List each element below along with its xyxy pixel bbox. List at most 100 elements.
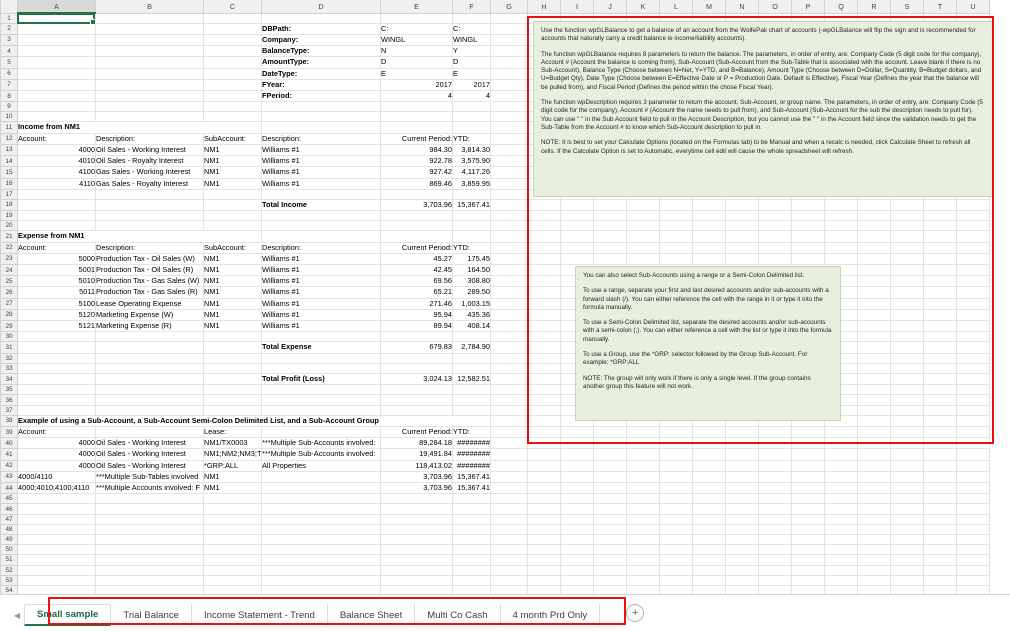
- cell-T27[interactable]: [923, 298, 957, 310]
- row-header-46[interactable]: 46: [0, 503, 18, 515]
- cell-K54[interactable]: [626, 585, 660, 594]
- cell-A32[interactable]: [17, 353, 96, 364]
- cell-E36[interactable]: [380, 394, 453, 406]
- cell-T32[interactable]: [923, 353, 957, 364]
- cell-E11[interactable]: [380, 121, 453, 134]
- cell-B35[interactable]: [95, 384, 204, 396]
- cell-N54[interactable]: [725, 585, 759, 594]
- cell-C35[interactable]: [203, 384, 262, 396]
- cell-E40[interactable]: 89,284.18: [380, 437, 453, 450]
- cell-U54[interactable]: [956, 585, 990, 594]
- cell-F4[interactable]: Y: [452, 45, 491, 58]
- row-header-7[interactable]: 7: [0, 78, 18, 91]
- cell-D44[interactable]: [261, 482, 381, 495]
- cell-D10[interactable]: [261, 111, 381, 123]
- cell-I53[interactable]: [560, 575, 594, 586]
- cell-L48[interactable]: [659, 524, 693, 536]
- cell-T40[interactable]: [923, 437, 957, 450]
- cell-S24[interactable]: [890, 264, 924, 277]
- cell-M18[interactable]: [692, 199, 726, 212]
- cell-U38[interactable]: [956, 415, 990, 428]
- cell-U30[interactable]: [956, 331, 990, 343]
- row-header-28[interactable]: 28: [0, 308, 18, 322]
- cell-E50[interactable]: [380, 544, 453, 556]
- cell-K51[interactable]: [626, 554, 660, 566]
- cell-C46[interactable]: [203, 503, 262, 515]
- cell-U46[interactable]: [956, 503, 990, 515]
- cell-K39[interactable]: [626, 426, 660, 439]
- cell-R40[interactable]: [857, 437, 891, 450]
- cell-C10[interactable]: [203, 111, 262, 123]
- cell-A14[interactable]: 4010: [17, 155, 96, 168]
- cell-H35[interactable]: [527, 384, 561, 396]
- cell-F52[interactable]: [452, 565, 491, 576]
- cell-M19[interactable]: [692, 210, 726, 222]
- cell-D50[interactable]: [261, 544, 381, 556]
- cell-Q43[interactable]: [824, 471, 858, 484]
- cell-K47[interactable]: [626, 514, 660, 525]
- cell-P49[interactable]: [791, 534, 825, 546]
- cell-E15[interactable]: 927.42: [380, 166, 453, 179]
- cell-O53[interactable]: [758, 575, 792, 586]
- cell-U41[interactable]: [956, 448, 990, 461]
- cell-S18[interactable]: [890, 199, 924, 212]
- cell-M42[interactable]: [692, 460, 726, 472]
- cell-F12[interactable]: YTD:: [452, 133, 491, 145]
- cell-G6[interactable]: [490, 68, 528, 80]
- cell-B31[interactable]: [95, 341, 204, 354]
- cell-D12[interactable]: Description:: [261, 133, 381, 145]
- cell-J18[interactable]: [593, 199, 627, 212]
- cell-H53[interactable]: [527, 575, 561, 586]
- row-header-9[interactable]: 9: [0, 101, 18, 113]
- cell-U21[interactable]: [956, 230, 990, 243]
- cell-C20[interactable]: [203, 220, 262, 232]
- cell-K41[interactable]: [626, 448, 660, 461]
- row-header-32[interactable]: 32: [0, 352, 18, 364]
- cell-T52[interactable]: [923, 565, 957, 576]
- cell-B8[interactable]: [95, 90, 204, 103]
- cell-A2[interactable]: [17, 23, 96, 35]
- cell-D4[interactable]: BalanceType:: [261, 45, 381, 58]
- cell-H24[interactable]: [527, 264, 561, 277]
- cell-D49[interactable]: [261, 534, 381, 546]
- cell-E19[interactable]: [380, 210, 453, 222]
- cell-U37[interactable]: [956, 405, 990, 416]
- cell-L41[interactable]: [659, 448, 693, 461]
- cell-C34[interactable]: [203, 373, 262, 386]
- cell-H19[interactable]: [527, 210, 561, 222]
- cell-I19[interactable]: [560, 210, 594, 222]
- cell-D15[interactable]: Williams #1: [261, 166, 381, 179]
- cell-T42[interactable]: [923, 460, 957, 472]
- cell-U33[interactable]: [956, 363, 990, 375]
- cell-G48[interactable]: [490, 524, 528, 536]
- row-header-48[interactable]: 48: [0, 523, 18, 536]
- row-header-49[interactable]: 49: [0, 533, 18, 546]
- cell-Q47[interactable]: [824, 514, 858, 525]
- cell-M54[interactable]: [692, 585, 726, 594]
- cell-P53[interactable]: [791, 575, 825, 586]
- cell-G4[interactable]: [490, 45, 528, 58]
- row-header-42[interactable]: 42: [0, 459, 18, 472]
- cell-H22[interactable]: [527, 242, 561, 254]
- cell-I43[interactable]: [560, 471, 594, 484]
- cell-C17[interactable]: [203, 189, 262, 200]
- cell-U47[interactable]: [956, 514, 990, 525]
- row-header-53[interactable]: 53: [0, 574, 18, 586]
- cell-L23[interactable]: [659, 253, 693, 266]
- cell-L43[interactable]: [659, 471, 693, 484]
- cell-D43[interactable]: [261, 471, 381, 484]
- cell-B41[interactable]: Oil Sales - Working Interest: [95, 448, 204, 461]
- cell-G37[interactable]: [490, 405, 528, 416]
- cell-C26[interactable]: NM1: [203, 286, 262, 299]
- cell-B22[interactable]: Description:: [95, 242, 204, 254]
- cell-D34[interactable]: Total Profit (Loss): [261, 373, 381, 386]
- cell-S37[interactable]: [890, 405, 924, 416]
- cell-F8[interactable]: 4: [452, 90, 491, 103]
- cell-A46[interactable]: [17, 503, 96, 515]
- cell-Q50[interactable]: [824, 544, 858, 556]
- row-header-47[interactable]: 47: [0, 513, 18, 525]
- cell-G14[interactable]: [490, 155, 528, 168]
- cell-R51[interactable]: [857, 554, 891, 566]
- row-header-54[interactable]: 54: [0, 584, 18, 594]
- cell-A47[interactable]: [17, 514, 96, 525]
